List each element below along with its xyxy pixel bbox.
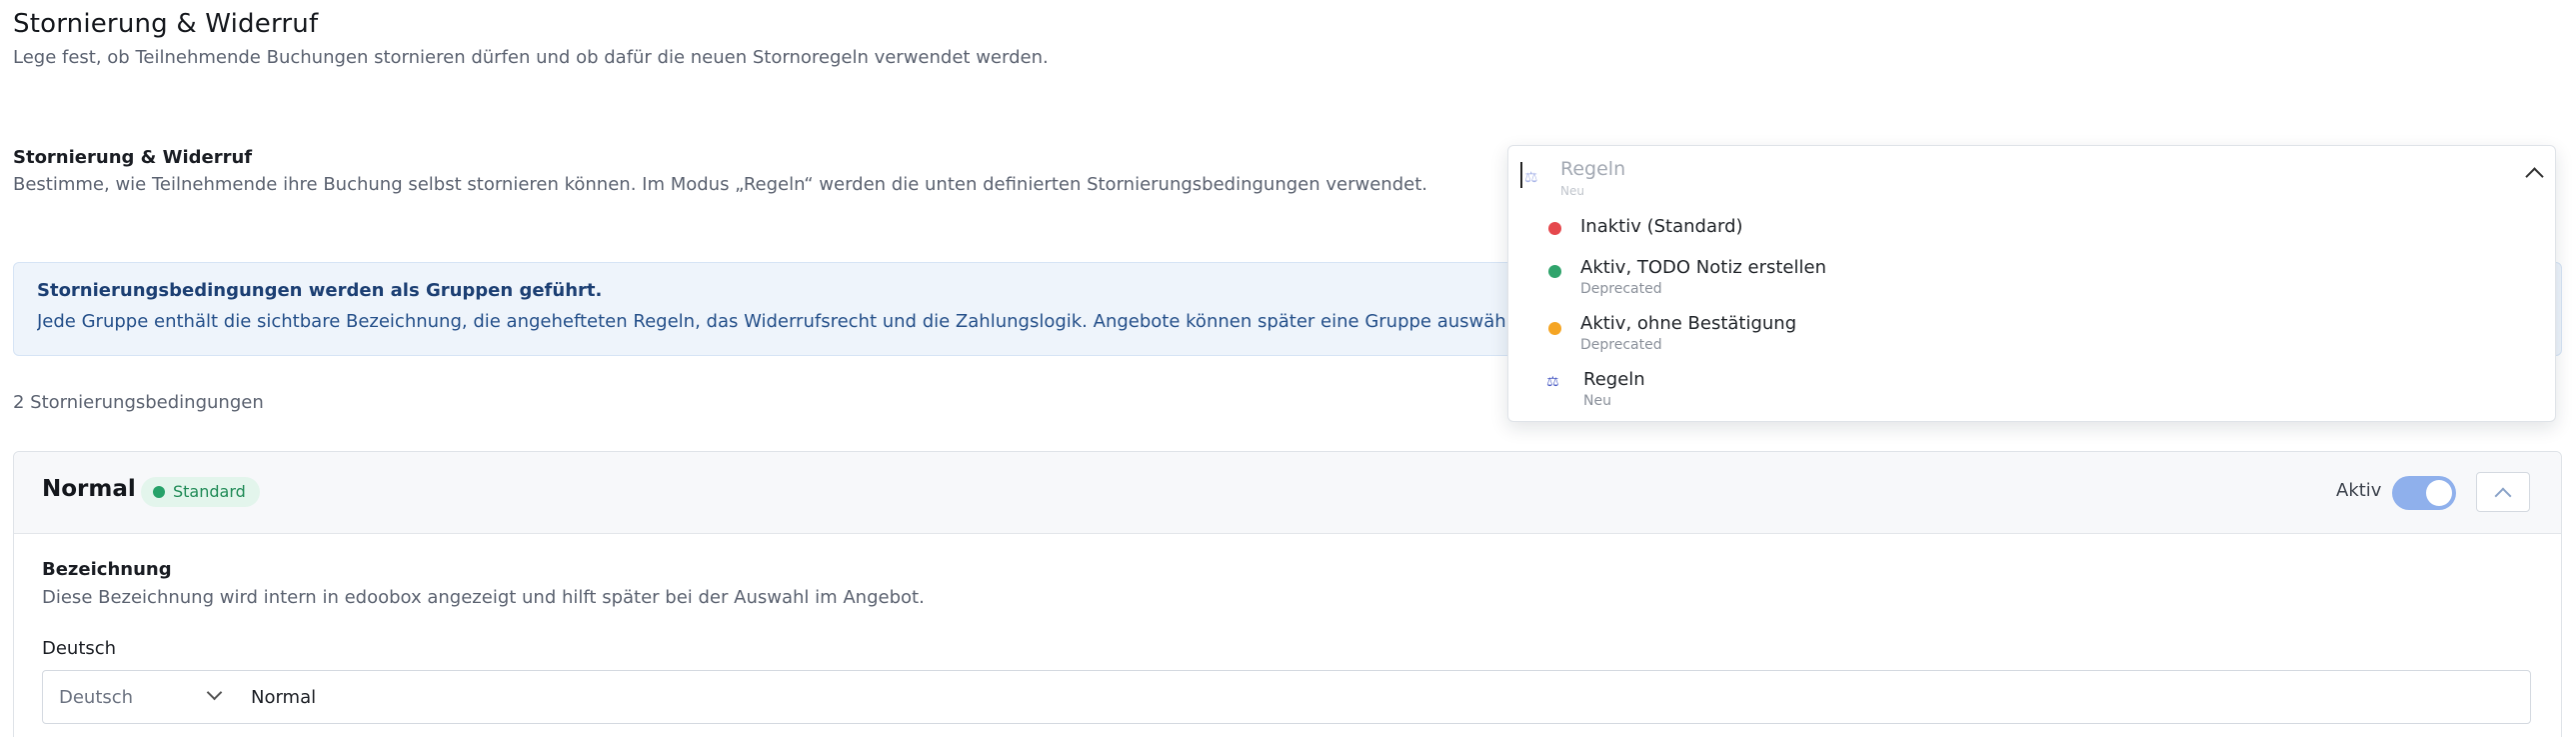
chevron-up-icon[interactable] [2525, 167, 2544, 186]
dropdown-selected-sub: Neu [1560, 184, 1584, 198]
option-sub: Deprecated [1580, 281, 1662, 297]
option-label: Aktiv, ohne Bestätigung [1580, 313, 1797, 334]
option-label: Regeln [1583, 369, 1645, 390]
dropdown-trigger[interactable]: ⚖ Regeln Neu [1508, 146, 2555, 206]
language-label: Deutsch [42, 638, 117, 659]
field-title: Stornierung & Widerruf [13, 147, 253, 168]
info-text: Jede Gruppe enthält die sichtbare Bezeic… [37, 311, 1516, 332]
option-sub: Deprecated [1580, 337, 1662, 353]
orange-status-dot-icon [1548, 322, 1561, 335]
designation-input[interactable]: Deutsch Normal [42, 670, 2531, 724]
toggle-knob [2426, 480, 2452, 506]
chevron-up-icon [2494, 487, 2512, 505]
designation-title: Bezeichnung [42, 559, 172, 580]
dropdown-selected-label: Regeln [1560, 158, 1626, 180]
info-title: Stornierungsbedingungen werden als Grupp… [37, 280, 603, 301]
field-description: Bestimme, wie Teilnehmende ihre Buchung … [13, 174, 1427, 195]
collapse-button[interactable] [2476, 472, 2530, 512]
group-name: Normal [42, 476, 136, 502]
cancellation-mode-dropdown[interactable]: ⚖ Regeln Neu Inaktiv (Standard) Aktiv, T… [1507, 145, 2556, 422]
conditions-count: 2 Stornierungsbedingungen [13, 392, 264, 413]
scale-icon: ⚖ [1524, 168, 1538, 186]
language-select[interactable]: Deutsch [59, 687, 133, 708]
red-status-dot-icon [1548, 222, 1561, 235]
scale-icon: ⚖ [1546, 374, 1559, 390]
option-sub: Neu [1583, 393, 1611, 409]
option-label: Aktiv, TODO Notiz erstellen [1580, 257, 1826, 278]
standard-badge: Standard [141, 477, 260, 507]
condition-group-card: Normal Standard Aktiv Bezeichnung Diese … [13, 451, 2562, 737]
page-title: Stornierung & Widerruf [13, 9, 319, 39]
chevron-down-icon [206, 684, 223, 701]
dropdown-option-active-no-confirm[interactable]: Aktiv, ohne Bestätigung Deprecated [1508, 306, 2555, 353]
group-header: Normal Standard Aktiv [14, 452, 2561, 534]
text-cursor [1520, 162, 1522, 188]
dropdown-option-rules[interactable]: ⚖ Regeln Neu [1508, 362, 2555, 409]
designation-description: Diese Bezeichnung wird intern in edoobox… [42, 587, 925, 608]
badge-dot-icon [153, 486, 165, 498]
dropdown-option-active-todo[interactable]: Aktiv, TODO Notiz erstellen Deprecated [1508, 250, 2555, 297]
designation-value[interactable]: Normal [251, 687, 316, 708]
active-label: Aktiv [2336, 480, 2382, 501]
dropdown-option-inactive[interactable]: Inaktiv (Standard) [1508, 206, 2555, 250]
page-subtitle: Lege fest, ob Teilnehmende Buchungen sto… [13, 47, 1049, 68]
badge-label: Standard [173, 482, 246, 501]
option-label: Inaktiv (Standard) [1580, 216, 1743, 237]
active-toggle[interactable] [2392, 476, 2456, 510]
green-status-dot-icon [1548, 265, 1561, 278]
